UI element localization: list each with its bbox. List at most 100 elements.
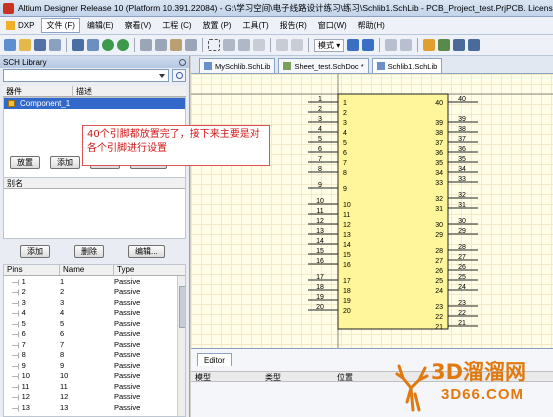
- alias-delete-button[interactable]: 删除: [74, 245, 104, 258]
- pin-number: 3: [4, 298, 60, 307]
- save-icon[interactable]: [34, 39, 46, 51]
- table-row[interactable]: 33 Passive: [4, 297, 185, 308]
- copy-icon[interactable]: [155, 39, 167, 51]
- menu-item-0[interactable]: DXP: [2, 20, 38, 31]
- library-icon[interactable]: [72, 39, 84, 51]
- table-row[interactable]: 1212 Passive: [4, 392, 185, 403]
- menu-item-9[interactable]: 帮助(H): [354, 19, 389, 32]
- column-header[interactable]: 描述: [73, 86, 186, 96]
- menu-item-6[interactable]: 工具(T): [238, 19, 272, 32]
- add-button[interactable]: 添加: [50, 156, 80, 169]
- pin-name: 11: [60, 381, 68, 391]
- menu-label: 工具(T): [242, 21, 269, 30]
- search-icon[interactable]: [172, 69, 186, 82]
- table-row[interactable]: 99 Passive: [4, 360, 185, 371]
- table-row[interactable]: 11 Passive: [4, 276, 185, 287]
- menu-item-8[interactable]: 窗口(W): [314, 19, 351, 32]
- pin-type: Passive: [114, 371, 141, 381]
- print-icon[interactable]: [49, 39, 61, 51]
- deselect-icon[interactable]: [238, 39, 250, 51]
- tab-myschlib[interactable]: MySchlib.SchLib: [199, 58, 276, 73]
- pin-type: Passive: [114, 287, 141, 297]
- tab-sheet-test[interactable]: Sheet_test.SchDoc *: [278, 58, 369, 73]
- undo-icon[interactable]: [276, 39, 288, 51]
- table-row[interactable]: 1010 Passive: [4, 371, 185, 382]
- component-symbol[interactable]: 1122334455667788991010111112121313141415…: [191, 74, 553, 348]
- prev-part-icon[interactable]: [385, 39, 398, 51]
- ieee-symbols-icon[interactable]: [438, 39, 451, 51]
- panel-pin-icon[interactable]: [179, 58, 186, 66]
- schematic-canvas[interactable]: 1 1 2 2 3 3 4 4 5 5 6 6 7 7 8 8 9 9 10 10 11 11 12 12 13 13 14 14 15…: [191, 74, 553, 348]
- pin-number: 11: [4, 382, 60, 391]
- place-button[interactable]: 放置: [10, 156, 40, 169]
- add-part-icon[interactable]: [347, 39, 360, 51]
- column-header[interactable]: 类型: [261, 372, 333, 382]
- tab-schlib1[interactable]: Schlib1.SchLib: [371, 58, 443, 73]
- alias-header: 别名: [4, 178, 185, 189]
- drawing-tools-icon[interactable]: [423, 39, 436, 51]
- pins-scrollbar[interactable]: [177, 276, 185, 416]
- table-row[interactable]: 1111 Passive: [4, 381, 185, 392]
- pin-name-label: 7: [343, 160, 347, 167]
- move-icon[interactable]: [223, 39, 235, 51]
- grid-icon[interactable]: [453, 39, 466, 51]
- model-manager-icon[interactable]: [468, 39, 481, 51]
- pin-type: Passive: [114, 308, 141, 318]
- pin-name: 3: [60, 297, 65, 307]
- remove-part-icon[interactable]: [362, 39, 375, 51]
- menu-item-2[interactable]: 编辑(E): [83, 19, 118, 32]
- pin-name-label: 38: [435, 130, 443, 137]
- zoom-in-icon[interactable]: [102, 39, 114, 51]
- alias-edit-button[interactable]: 编辑...: [128, 245, 165, 258]
- pin-type: Passive: [114, 350, 141, 360]
- column-header[interactable]: Name: [60, 265, 114, 275]
- redo-icon[interactable]: [291, 39, 303, 51]
- mode-dropdown[interactable]: 模式 ▾: [314, 38, 345, 52]
- pin-number: 10: [4, 371, 60, 380]
- rubber-stamp-icon[interactable]: [185, 39, 197, 51]
- menu-item-4[interactable]: 工程 (C): [158, 19, 195, 32]
- alias-list: 别名: [3, 177, 186, 239]
- clear-filter-icon[interactable]: [253, 39, 265, 51]
- table-row[interactable]: 88 Passive: [4, 350, 185, 361]
- table-row[interactable]: 77 Passive: [4, 339, 185, 350]
- pin-designator: 8: [318, 166, 322, 173]
- menu-item-3[interactable]: 察看(V): [121, 19, 156, 32]
- menu-item-7[interactable]: 报告(R): [276, 19, 311, 32]
- pin-number: 5: [4, 319, 60, 328]
- new-icon[interactable]: [4, 39, 16, 51]
- alias-add-button[interactable]: 添加: [20, 245, 50, 258]
- browse-icon[interactable]: [87, 39, 99, 51]
- table-row[interactable]: 55 Passive: [4, 318, 185, 329]
- column-header[interactable]: Type: [114, 265, 179, 275]
- pin-name-label: 8: [343, 170, 347, 177]
- column-header[interactable]: Pins: [4, 265, 60, 275]
- pin-designator: 3: [318, 116, 322, 123]
- pin-number: 1: [4, 277, 60, 286]
- table-row[interactable]: 22 Passive: [4, 287, 185, 298]
- cut-icon[interactable]: [140, 39, 152, 51]
- table-row[interactable]: 66 Passive: [4, 329, 185, 340]
- document-tabs: MySchlib.SchLib Sheet_test.SchDoc * Schl…: [191, 56, 553, 74]
- menu-item-5[interactable]: 放置 (P): [199, 19, 236, 32]
- pin-name-label: 17: [343, 278, 351, 285]
- library-filter-input[interactable]: [3, 69, 169, 82]
- tab-editor[interactable]: Editor: [197, 353, 232, 366]
- zoom-out-icon[interactable]: [117, 39, 129, 51]
- pin-type: Passive: [114, 339, 141, 349]
- column-header[interactable]: 模型: [191, 372, 261, 382]
- pin-name-label: 13: [343, 232, 351, 239]
- pin-name-label: 27: [435, 258, 443, 265]
- pin-designator: 19: [316, 294, 324, 301]
- select-area-icon[interactable]: [208, 39, 220, 51]
- paste-icon[interactable]: [170, 39, 182, 51]
- table-row[interactable]: 44 Passive: [4, 308, 185, 319]
- menu-item-1[interactable]: 文件 (F): [41, 18, 80, 33]
- pin-name-label: 6: [343, 150, 347, 157]
- component-name: Component_1: [20, 99, 71, 108]
- open-icon[interactable]: [19, 39, 31, 51]
- column-header[interactable]: 器件: [3, 86, 73, 96]
- next-part-icon[interactable]: [400, 39, 413, 51]
- table-row[interactable]: 1313 Passive: [4, 402, 185, 413]
- list-item[interactable]: Component_1: [4, 98, 185, 109]
